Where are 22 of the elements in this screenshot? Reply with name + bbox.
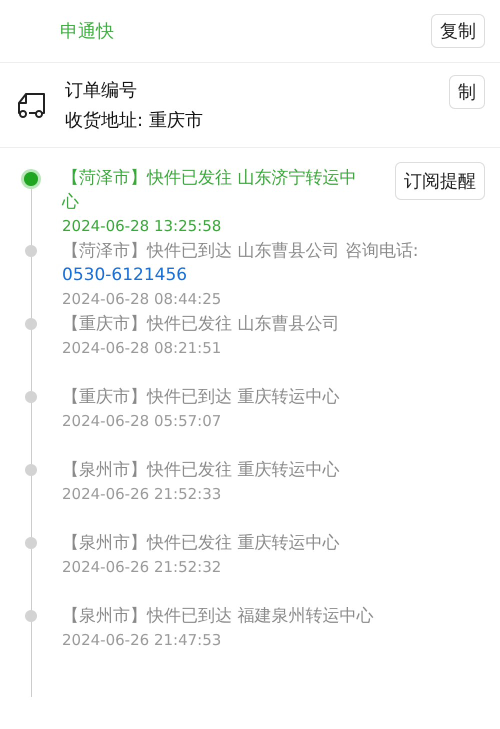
event-time: 2024-06-26 21:52:32 [62,557,222,578]
event-time: 2024-06-28 08:44:25 [62,289,222,310]
tracking-event: 【菏泽市】快件已到达 山东曹县公司 咨询电话: [62,240,420,263]
subscribe-button[interactable]: 订阅提醒 [395,162,485,200]
tracking-event: 【泉州市】快件已发往 重庆转运中心 [62,459,340,482]
tracking-event: 【菏泽市】快件已发往 山东济宁转运中心 [62,167,358,214]
copy-button[interactable]: 制 [449,75,485,109]
order-number-label: 订单编号 [65,79,138,102]
tracking-event: 【泉州市】快件已到达 福建泉州转运中心 [62,605,374,628]
event-time: 2024-06-28 13:25:58 [62,216,222,237]
carrier-name: 申通快 [60,20,114,43]
event-time: 2024-06-28 08:21:51 [62,338,222,359]
event-time: 2024-06-28 05:57:07 [62,411,222,432]
copy-button[interactable]: 复制 [431,14,485,48]
phone-link[interactable]: 0530-6121456 [62,263,490,287]
tracking-event: 【重庆市】快件已发往 山东曹县公司 [62,313,340,336]
tracking-event: 【重庆市】快件已到达 重庆转运中心 [62,386,340,409]
event-time: 2024-06-26 21:47:53 [62,630,222,651]
tracking-event: 【泉州市】快件已发往 重庆转运中心 [62,532,340,555]
truck-icon [15,91,47,119]
delivery-address: 收货地址: 重庆市 [65,109,204,132]
event-time: 2024-06-26 21:52:33 [62,484,222,505]
